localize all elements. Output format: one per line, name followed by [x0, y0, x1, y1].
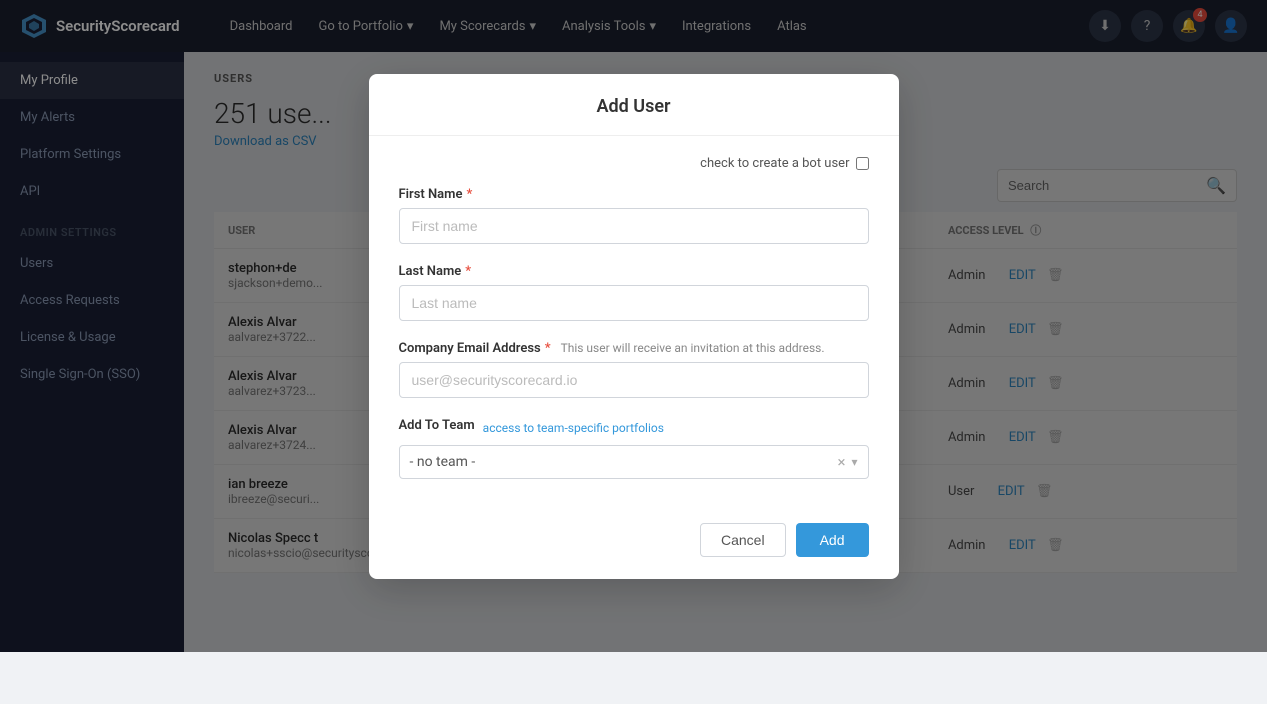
last-name-label: Last Name *	[399, 264, 869, 279]
modal-footer: Cancel Add	[369, 509, 899, 579]
modal-body: check to create a bot user First Name * …	[369, 136, 899, 509]
email-input[interactable]	[399, 362, 869, 398]
team-label: Add To Team	[399, 418, 475, 433]
modal-title: Add User	[597, 96, 671, 117]
team-select-value: - no team -	[410, 454, 838, 470]
first-name-input[interactable]	[399, 208, 869, 244]
bot-user-row: check to create a bot user	[399, 156, 869, 171]
email-label: Company Email Address * This user will r…	[399, 341, 869, 356]
last-name-input[interactable]	[399, 285, 869, 321]
add-user-modal: Add User check to create a bot user Firs…	[369, 74, 899, 579]
first-name-label: First Name *	[399, 187, 869, 202]
modal-overlay[interactable]: Add User check to create a bot user Firs…	[0, 0, 1267, 652]
modal-header: Add User	[369, 74, 899, 136]
team-hint: access to team-specific portfolios	[483, 421, 664, 435]
last-name-group: Last Name *	[399, 264, 869, 321]
team-dropdown-icon[interactable]: ▾	[851, 455, 857, 469]
team-group: Add To Team access to team-specific port…	[399, 418, 869, 479]
first-name-required: *	[466, 187, 472, 202]
cancel-button[interactable]: Cancel	[700, 523, 786, 557]
team-select[interactable]: - no team - × ▾	[399, 445, 869, 479]
team-label-wrap: Add To Team access to team-specific port…	[399, 418, 869, 439]
bot-user-label: check to create a bot user	[700, 156, 849, 171]
email-required: *	[545, 341, 551, 356]
email-hint: This user will receive an invitation at …	[561, 341, 825, 355]
first-name-group: First Name *	[399, 187, 869, 244]
team-clear-icon[interactable]: ×	[837, 453, 845, 471]
email-group: Company Email Address * This user will r…	[399, 341, 869, 398]
add-button[interactable]: Add	[796, 523, 869, 557]
bot-user-checkbox[interactable]	[856, 157, 869, 170]
last-name-required: *	[465, 264, 471, 279]
